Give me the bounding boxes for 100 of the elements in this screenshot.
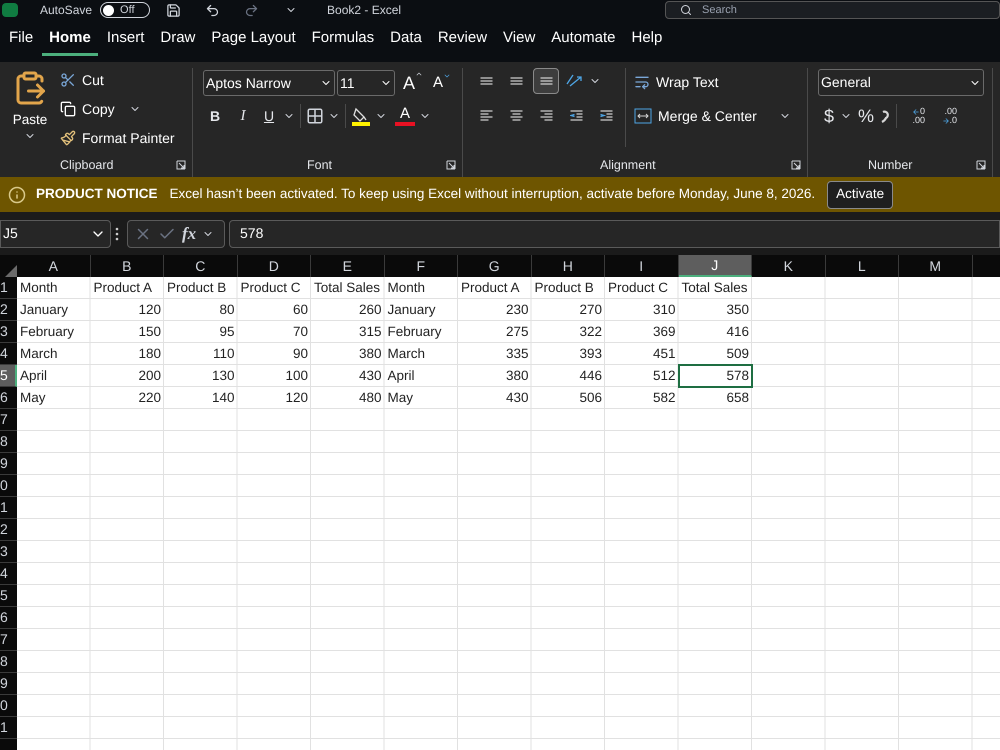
- grow-font-button[interactable]: A: [403, 70, 424, 96]
- table-cell-text: 230: [504, 300, 530, 319]
- table-cell-text: 480: [358, 388, 382, 407]
- font-size-field[interactable]: 11: [337, 70, 395, 96]
- name-box[interactable]: J5: [0, 220, 111, 248]
- group-label: Alignment: [600, 156, 656, 174]
- window-title: Book2 - Excel: [327, 2, 402, 19]
- table-cell-text: 369: [652, 322, 676, 341]
- table-cell-text: 120: [137, 300, 162, 319]
- table-cell-text: Total Sales: [680, 278, 749, 297]
- group-label: Clipboard: [60, 156, 114, 174]
- outdent-icon: [570, 110, 582, 120]
- middle-align-icon: [510, 77, 522, 85]
- dialog-launcher-icon[interactable]: [176, 160, 186, 170]
- menu-tab[interactable]: Help: [624, 20, 670, 56]
- table-cell-text: 446: [578, 366, 603, 385]
- table-cell-text: 70: [292, 322, 309, 341]
- font-color-button[interactable]: A: [395, 106, 415, 126]
- align-left-icon: [480, 110, 492, 120]
- font-family-field[interactable]: Aptos Narrow: [203, 70, 335, 96]
- formula-field[interactable]: 578: [229, 220, 1000, 248]
- undo-icon[interactable]: [205, 2, 220, 18]
- table-cell-text: April: [19, 366, 48, 385]
- align-right-icon: [540, 110, 552, 120]
- percent-button[interactable]: %: [858, 102, 874, 130]
- notice-title: PRODUCT NOTICE: [36, 185, 158, 204]
- menu-tab[interactable]: File: [2, 20, 40, 56]
- merge-center-button[interactable]: Merge & Center: [634, 104, 757, 128]
- shrink-font-button[interactable]: A: [433, 72, 452, 94]
- table-cell-text: 270: [578, 300, 603, 319]
- menu-tab[interactable]: Formulas: [304, 20, 382, 56]
- table-cell-text: 393: [578, 344, 603, 363]
- row-header[interactable]: 5: [0, 365, 17, 387]
- table-cell-text: February: [386, 322, 443, 341]
- table-cell-text: 260: [358, 300, 382, 319]
- increase-decimal-button[interactable]: 0 .00: [903, 107, 926, 125]
- search-icon: [680, 4, 692, 16]
- table-cell-text: 100: [284, 366, 309, 385]
- table-cell-text: Month: [19, 278, 59, 297]
- dialog-launcher-icon[interactable]: [446, 160, 456, 170]
- menu-tab[interactable]: Insert: [100, 20, 152, 56]
- table-cell-text: 509: [725, 344, 750, 363]
- menu-tab[interactable]: Review: [430, 20, 494, 56]
- table-cell-text: May: [386, 388, 414, 407]
- menu-tab[interactable]: Data: [383, 20, 429, 56]
- table-cell-text: 582: [652, 388, 676, 407]
- insert-function-button[interactable]: fx: [182, 220, 196, 246]
- wrap-text-button[interactable]: Wrap Text: [634, 70, 791, 94]
- autosave-toggle[interactable]: Off: [100, 2, 150, 18]
- save-icon[interactable]: [166, 2, 182, 18]
- group-label: Number: [868, 156, 912, 174]
- table-cell-text: 430: [358, 366, 382, 385]
- currency-button[interactable]: $: [824, 102, 834, 130]
- more-icon[interactable]: [115, 226, 119, 240]
- merge-icon: [634, 108, 652, 124]
- italic-button[interactable]: I: [231, 104, 255, 128]
- dialog-launcher-icon[interactable]: [976, 160, 986, 170]
- table-cell-text: 180: [137, 344, 162, 363]
- dialog-launcher-icon[interactable]: [791, 160, 801, 170]
- format-painter-button[interactable]: Format Painter: [60, 126, 175, 150]
- activate-button[interactable]: Activate: [827, 180, 894, 208]
- arrow-right-icon: [942, 116, 950, 124]
- align-center-icon: [510, 110, 522, 120]
- table-cell-text: 60: [292, 300, 309, 319]
- group-label: Font: [307, 156, 332, 174]
- borders-icon[interactable]: [306, 107, 324, 125]
- number-format-field[interactable]: General: [818, 69, 984, 96]
- table-cell-text: 90: [292, 344, 309, 363]
- table-cell-text: January: [386, 300, 437, 319]
- copy-icon: [60, 101, 76, 117]
- search-field[interactable]: Search: [665, 1, 1000, 19]
- paintbrush-icon: [60, 130, 76, 146]
- table-cell-text: 200: [137, 366, 162, 385]
- table-cell-text: March: [19, 344, 59, 363]
- copy-button[interactable]: Copy: [60, 97, 115, 121]
- menu-tab[interactable]: Home: [42, 20, 98, 56]
- column-header[interactable]: J: [678, 255, 752, 277]
- table-cell-text: 658: [725, 388, 750, 407]
- paste-button[interactable]: Paste: [0, 68, 60, 153]
- menu-tab[interactable]: Automate: [544, 20, 622, 56]
- table-cell-text: April: [386, 366, 416, 385]
- bottom-align-button[interactable]: [533, 68, 559, 94]
- table-cell-text: 310: [652, 300, 676, 319]
- indent-icon: [600, 110, 612, 120]
- bold-button[interactable]: B: [203, 106, 227, 126]
- redo-icon[interactable]: [244, 2, 260, 18]
- scissors-icon: [60, 72, 76, 88]
- fill-color-icon[interactable]: [351, 106, 371, 126]
- table-cell-text: Product C: [607, 278, 670, 297]
- menu-tab[interactable]: View: [496, 20, 542, 56]
- underline-button[interactable]: U: [259, 106, 279, 126]
- cut-button[interactable]: Cut: [60, 68, 175, 92]
- table-cell-text: February: [19, 322, 76, 341]
- menu-tab[interactable]: Page Layout: [204, 20, 303, 56]
- menu-tab[interactable]: Draw: [153, 20, 202, 56]
- table-cell-text: May: [19, 388, 47, 407]
- top-align-icon: [480, 77, 492, 85]
- decrease-decimal-button[interactable]: .00 .0: [935, 107, 958, 125]
- table-cell-text: 416: [725, 322, 750, 341]
- comma-icon[interactable]: [880, 108, 890, 124]
